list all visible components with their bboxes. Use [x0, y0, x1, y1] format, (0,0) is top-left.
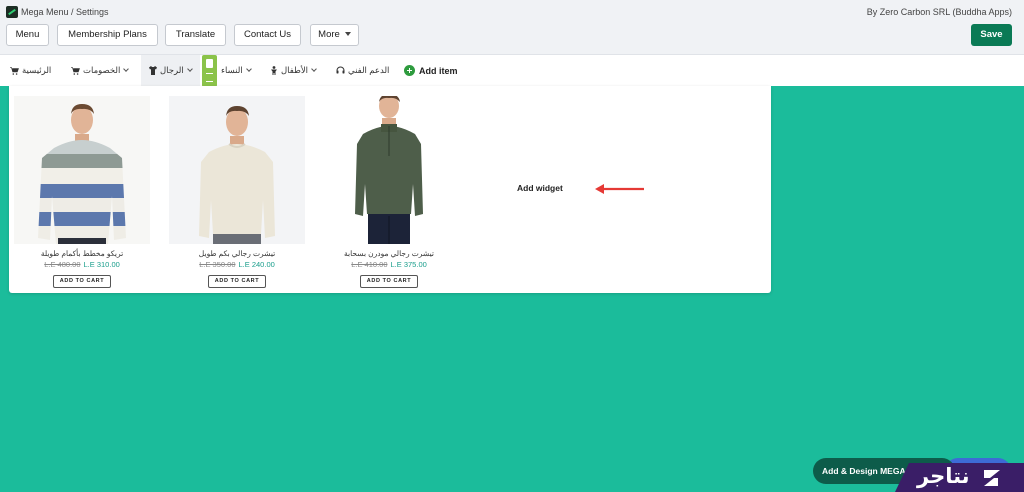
- old-price: L.E 480.00: [44, 260, 81, 269]
- mega-menu-panel: تريكو مخطط بأكمام طويلة L.E 480.00 L.E 31…: [9, 86, 771, 293]
- nav-item-men[interactable]: الرجال: [141, 55, 200, 86]
- old-price: L.E 410.00: [351, 260, 388, 269]
- chevron-down-icon: [123, 66, 130, 72]
- top-header: Mega Menu / Settings By Zero Carbon SRL …: [0, 0, 1024, 55]
- contact-us-button[interactable]: Contact Us: [234, 24, 301, 46]
- product-image[interactable]: [321, 96, 457, 244]
- nav-item-offers[interactable]: الخصومات: [71, 55, 130, 86]
- more-dropdown-button[interactable]: More: [310, 24, 359, 46]
- document-tab-icon[interactable]: [202, 55, 217, 87]
- add-item-button[interactable]: Add item: [404, 55, 458, 86]
- product-image[interactable]: [169, 96, 305, 244]
- price-row: L.E 350.00 L.E 240.00: [169, 260, 305, 269]
- nav-label-kids: الأطفال: [281, 65, 309, 75]
- nav-label-men: الرجال: [160, 65, 184, 75]
- more-label: More: [318, 29, 340, 40]
- product-name[interactable]: تريكو مخطط بأكمام طويلة: [14, 249, 150, 259]
- nav-item-home[interactable]: الرئيسية: [10, 55, 51, 86]
- menu-button[interactable]: Menu: [6, 24, 49, 46]
- add-widget-button[interactable]: Add widget: [517, 183, 563, 193]
- add-to-cart-button[interactable]: ADD TO CART: [53, 275, 111, 288]
- plus-circle-icon: [404, 65, 415, 76]
- membership-plans-button[interactable]: Membership Plans: [57, 24, 158, 46]
- product-name[interactable]: تيشرت رجالي مودرن بسحابة: [321, 249, 457, 259]
- nav-item-support[interactable]: الدعم الفني: [336, 55, 389, 86]
- cart-icon: [71, 66, 80, 75]
- add-to-cart-button[interactable]: ADD TO CART: [360, 275, 418, 288]
- add-to-cart-button[interactable]: ADD TO CART: [208, 275, 266, 288]
- nav-label-home: الرئيسية: [22, 65, 52, 75]
- caret-down-icon: [344, 32, 351, 36]
- price-row: L.E 480.00 L.E 310.00: [14, 260, 150, 269]
- breadcrumb: Mega Menu / Settings: [21, 7, 109, 17]
- watermark-logo-icon: [984, 470, 1000, 486]
- nav-label-support: الدعم الفني: [348, 65, 390, 75]
- price-row: L.E 410.00 L.E 375.00: [321, 260, 457, 269]
- save-button[interactable]: Save: [971, 24, 1012, 46]
- shirt-icon: [149, 66, 157, 75]
- new-price: L.E 240.00: [238, 260, 275, 269]
- chevron-down-icon: [186, 66, 193, 72]
- product-name[interactable]: تيشرت رجالي بكم طويل: [169, 249, 305, 259]
- nav-item-kids[interactable]: الأطفال: [270, 55, 318, 86]
- product-card[interactable]: تريكو مخطط بأكمام طويلة L.E 480.00 L.E 31…: [14, 96, 150, 288]
- app-logo-icon: [6, 6, 18, 18]
- green-zip-sweater-image: [355, 96, 423, 244]
- new-price: L.E 375.00: [390, 260, 427, 269]
- watermark-badge: نتاجر: [895, 463, 1024, 492]
- chevron-down-icon: [311, 66, 317, 72]
- cart-icon: [10, 66, 19, 75]
- child-icon: [271, 66, 277, 75]
- striped-sweater-image: [38, 104, 126, 244]
- product-image[interactable]: [14, 96, 150, 244]
- add-item-label: Add item: [419, 65, 458, 76]
- byline: By Zero Carbon SRL (Buddha Apps): [866, 7, 1012, 17]
- new-price: L.E 310.00: [83, 260, 120, 269]
- product-card[interactable]: تيشرت رجالي مودرن بسحابة L.E 410.00 L.E 3…: [321, 96, 457, 288]
- chevron-down-icon: [245, 66, 252, 72]
- watermark-text: نتاجر: [917, 464, 970, 488]
- arrow-left-icon: [595, 184, 644, 194]
- translate-button[interactable]: Translate: [165, 24, 226, 46]
- nav-label-women: النساء: [221, 65, 243, 75]
- cream-sweater-image: [199, 106, 275, 244]
- nav-item-women[interactable]: النساء: [221, 55, 253, 86]
- menu-preview-bar: الرئيسية الخصومات الرجال النساء الأطفال …: [0, 55, 1024, 87]
- old-price: L.E 350.00: [199, 260, 236, 269]
- product-card[interactable]: تيشرت رجالي بكم طويل L.E 350.00 L.E 240.0…: [169, 96, 305, 288]
- nav-label-offers: الخصومات: [83, 65, 121, 75]
- headset-icon: [336, 66, 345, 74]
